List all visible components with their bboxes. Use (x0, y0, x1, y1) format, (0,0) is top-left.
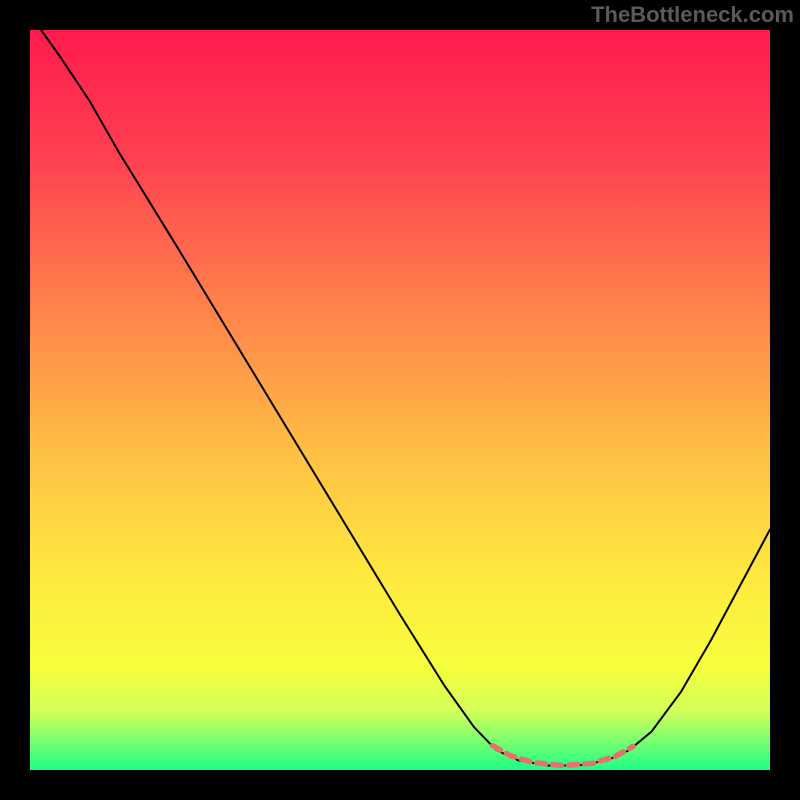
chart-svg (30, 30, 770, 770)
watermark-text: TheBottleneck.com (591, 2, 794, 28)
plot-area (30, 30, 770, 770)
chart-frame: TheBottleneck.com (0, 0, 800, 800)
